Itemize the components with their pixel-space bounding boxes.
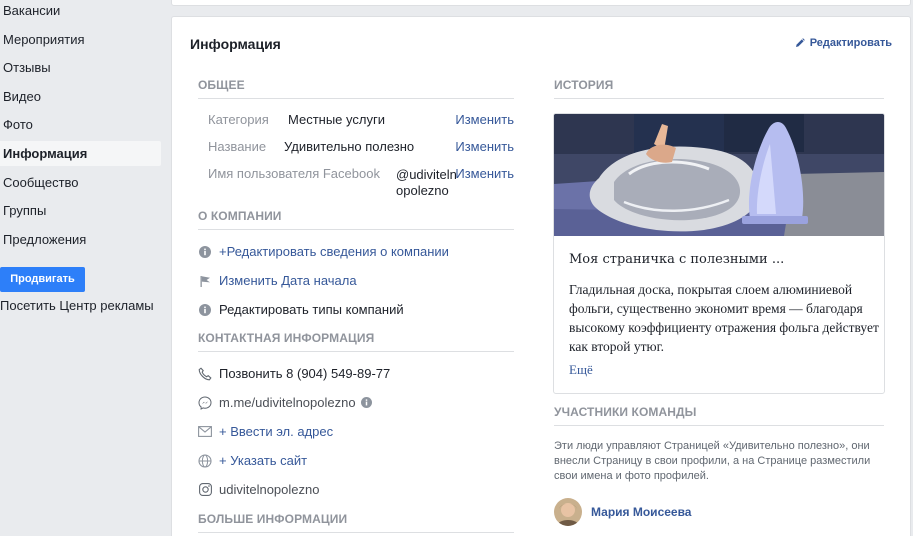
story-title[interactable]: Моя страничка с полезными ...: [569, 252, 784, 267]
story-text: Гладильная доска, покрытая слоем алюмини…: [569, 282, 879, 354]
instagram-text: udivitelnopolezno: [219, 482, 320, 497]
sidebar-item-jobs[interactable]: Вакансии: [0, 0, 161, 23]
sidebar-item-photos[interactable]: Фото: [0, 112, 161, 137]
story-image: [554, 114, 884, 236]
username-change-link[interactable]: Изменить: [455, 166, 514, 181]
edit-company-details-label: +Редактировать сведения о компании: [219, 244, 449, 259]
edit-company-types-link[interactable]: Редактировать типы компаний: [198, 302, 404, 317]
category-value: Местные услуги: [288, 112, 385, 127]
phone-row[interactable]: Позвонить 8 (904) 549-89-77: [198, 366, 390, 381]
change-start-date-label: Изменить Дата начала: [219, 273, 357, 288]
story-card[interactable]: Моя страничка с полезными ... Гладильная…: [553, 113, 885, 394]
ads-center-link[interactable]: Посетить Центр рекламы: [0, 298, 154, 313]
username-label: Имя пользователя Facebook: [208, 166, 380, 181]
story-more-link[interactable]: Ещё: [569, 362, 593, 378]
messenger-row[interactable]: m.me/udivitelnopolezno: [198, 395, 374, 410]
left-sidebar: Вакансии Мероприятия Отзывы Видео Фото И…: [0, 0, 165, 536]
name-row: Название Удивительно полезно Изменить: [208, 139, 514, 157]
general-heading: ОБЩЕЕ: [198, 78, 514, 99]
promote-button[interactable]: Продвигать: [0, 267, 85, 292]
about-heading: О КОМПАНИИ: [198, 209, 514, 230]
email-row[interactable]: + Ввести эл. адрес: [198, 424, 333, 439]
info-card: Информация Редактировать ОБЩЕЕ Категория…: [171, 16, 911, 536]
category-change-link[interactable]: Изменить: [455, 112, 514, 127]
username-value: @udiviteln opolezno: [396, 167, 457, 199]
more-info-heading: БОЛЬШЕ ИНФОРМАЦИИ: [198, 512, 514, 533]
pencil-icon: [795, 38, 805, 47]
phone-text: Позвонить 8 (904) 549-89-77: [219, 366, 391, 381]
contact-heading: КОНТАКТНАЯ ИНФОРМАЦИЯ: [198, 331, 514, 352]
edit-info-link[interactable]: Редактировать: [795, 37, 892, 49]
sidebar-item-info[interactable]: Информация: [0, 141, 161, 166]
name-label: Название: [208, 139, 267, 154]
category-label: Категория: [208, 112, 269, 127]
sidebar-item-offers[interactable]: Предложения: [0, 227, 161, 252]
sidebar-item-community[interactable]: Сообщество: [0, 170, 161, 195]
story-heading: ИСТОРИЯ: [554, 78, 884, 99]
category-row: Категория Местные услуги Изменить: [208, 112, 514, 130]
name-change-link[interactable]: Изменить: [455, 139, 514, 154]
username-value-line1: @udiviteln: [396, 167, 457, 182]
flag-icon: [198, 274, 212, 288]
team-description: Эти люди управляют Страницей «Удивительн…: [554, 440, 871, 482]
phone-icon: [198, 366, 212, 381]
sidebar-item-videos[interactable]: Видео: [0, 84, 161, 109]
sidebar-item-events[interactable]: Мероприятия: [0, 27, 161, 52]
member-name[interactable]: Мария Моисеева: [591, 505, 691, 519]
username-row: Имя пользователя Facebook @udiviteln opo…: [208, 166, 514, 202]
instagram-row[interactable]: udivitelnopolezno: [198, 482, 319, 497]
avatar: [554, 498, 582, 526]
team-heading: УЧАСТНИКИ КОМАНДЫ: [554, 405, 884, 426]
team-member[interactable]: Мария Моисеева: [554, 498, 691, 526]
name-value: Удивительно полезно: [284, 139, 415, 154]
add-website-label: + Указать сайт: [219, 453, 308, 468]
sidebar-item-groups[interactable]: Группы: [0, 198, 161, 223]
change-start-date-link[interactable]: Изменить Дата начала: [198, 273, 357, 288]
username-value-line2: opolezno: [396, 183, 449, 198]
info-icon: [198, 303, 212, 317]
messenger-icon: [198, 395, 212, 410]
top-card: [171, 0, 911, 6]
info-icon: [198, 245, 212, 259]
page-title: Информация: [190, 36, 281, 52]
website-row[interactable]: + Указать сайт: [198, 453, 307, 468]
edit-company-details-link[interactable]: +Редактировать сведения о компании: [198, 244, 449, 259]
info-icon: [360, 396, 374, 410]
sidebar-item-reviews[interactable]: Отзывы: [0, 55, 161, 80]
globe-icon: [198, 453, 212, 468]
add-email-label: + Ввести эл. адрес: [219, 424, 334, 439]
messenger-text: m.me/udivitelnopolezno: [219, 395, 356, 410]
envelope-icon: [198, 425, 212, 439]
instagram-icon: [198, 483, 212, 497]
edit-company-types-label: Редактировать типы компаний: [219, 302, 404, 317]
edit-info-label: Редактировать: [809, 37, 892, 49]
